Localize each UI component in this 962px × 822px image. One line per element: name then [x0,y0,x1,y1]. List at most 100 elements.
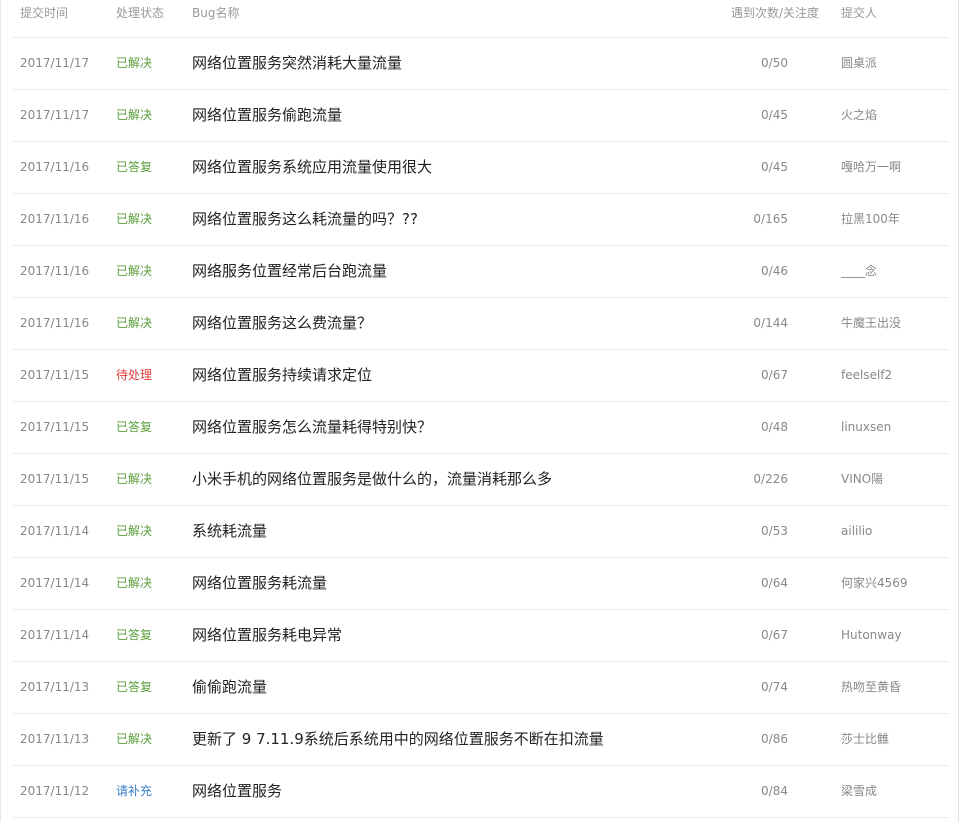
status-badge: 已解决 [116,264,153,278]
row-submitter: VINO陽 [841,472,884,486]
bug-title-link[interactable]: 更新了 9 7.11.9系统后系统用中的网络位置服务不断在扣流量 [192,730,604,748]
bug-table-body: 2017/11/17 已解决 网络位置服务突然消耗大量流量 0/50 圆桌派 2… [12,38,949,818]
table-row[interactable]: 2017/11/17 已解决 网络位置服务偷跑流量 0/45 火之焰 [12,90,949,142]
header-count: 遇到次数/关注度 [731,6,820,20]
row-count: 0/46 [761,264,788,278]
table-row[interactable]: 2017/11/16 已解决 网络位置服务这么费流量？ 0/144 牛魔王出没 [12,298,949,350]
header-status: 处理状态 [116,6,165,20]
table-row[interactable]: 2017/11/12 请补充 网络位置服务 0/84 梁雪成 [12,766,949,818]
table-row[interactable]: 2017/11/15 已答复 网络位置服务怎么流量耗得特别快？ 0/48 lin… [12,402,949,454]
table-row[interactable]: 2017/11/14 已解决 网络位置服务耗流量 0/64 何家兴4569 [12,558,949,610]
status-badge: 已解决 [116,108,153,122]
row-date: 2017/11/15 [20,420,90,434]
table-row[interactable]: 2017/11/16 已答复 网络位置服务系统应用流量使用很大 0/45 嘎哈万… [12,142,949,194]
status-badge: 已解决 [116,316,153,330]
left-border [0,0,1,822]
row-count: 0/226 [753,472,788,486]
row-date: 2017/11/12 [20,784,90,798]
bug-title-link[interactable]: 网络位置服务 [192,782,282,800]
table-row[interactable]: 2017/11/13 已解决 更新了 9 7.11.9系统后系统用中的网络位置服… [12,714,949,766]
row-submitter: Hutonway [841,628,902,642]
row-date: 2017/11/16 [20,160,90,174]
row-date: 2017/11/17 [20,108,90,122]
row-submitter: 梁雪成 [841,784,878,798]
table-row[interactable]: 2017/11/14 已答复 网络位置服务耗电异常 0/67 Hutonway [12,610,949,662]
table-row[interactable]: 2017/11/14 已解决 系统耗流量 0/53 aililio [12,506,949,558]
bug-title-link[interactable]: 网络位置服务这么费流量？ [192,314,372,332]
row-count: 0/67 [761,628,788,642]
status-badge: 已答复 [116,160,153,174]
row-submitter: 嘎哈万一啊 [841,160,902,174]
status-badge: 已解决 [116,56,153,70]
status-badge: 已答复 [116,420,153,434]
row-submitter: aililio [841,524,873,538]
row-count: 0/86 [761,732,788,746]
row-count: 0/144 [753,316,788,330]
status-badge: 已解决 [116,212,153,226]
status-badge: 待处理 [116,368,153,382]
row-date: 2017/11/14 [20,576,90,590]
bug-list-page: 提交时间 处理状态 Bug名称 遇到次数/关注度 提交人 2017/11/17 … [0,0,962,822]
bug-title-link[interactable]: 网络位置服务持续请求定位 [192,366,372,384]
row-date: 2017/11/16 [20,316,90,330]
header-bug-name: Bug名称 [192,6,240,20]
table-row[interactable]: 2017/11/15 待处理 网络位置服务持续请求定位 0/67 feelsel… [12,350,949,402]
row-count: 0/84 [761,784,788,798]
row-submitter: ____念 [841,264,878,278]
row-submitter: 火之焰 [841,108,878,122]
bug-title-link[interactable]: 系统耗流量 [192,522,267,540]
status-badge: 已答复 [116,680,153,694]
row-date: 2017/11/16 [20,212,90,226]
row-submitter: 何家兴4569 [841,576,908,590]
row-submitter: 热吻至黄昏 [841,680,902,694]
row-submitter: 牛魔王出没 [841,316,902,330]
row-submitter: feelself2 [841,368,893,382]
row-date: 2017/11/15 [20,472,90,486]
header-submitter: 提交人 [841,6,878,20]
row-count: 0/45 [761,108,788,122]
row-count: 0/53 [761,524,788,538]
row-submitter: linuxsen [841,420,892,434]
bug-title-link[interactable]: 偷偷跑流量 [192,678,267,696]
bug-title-link[interactable]: 网络位置服务偷跑流量 [192,106,342,124]
row-submitter: 莎士比雔 [841,732,890,746]
bug-title-link[interactable]: 网络位置服务突然消耗大量流量 [192,54,402,72]
right-border [958,0,959,822]
status-badge: 已解决 [116,472,153,486]
row-count: 0/48 [761,420,788,434]
bug-title-link[interactable]: 网络位置服务耗电异常 [192,626,342,644]
row-count: 0/64 [761,576,788,590]
table-row[interactable]: 2017/11/17 已解决 网络位置服务突然消耗大量流量 0/50 圆桌派 [12,38,949,90]
row-count: 0/74 [761,680,788,694]
table-row[interactable]: 2017/11/13 已答复 偷偷跑流量 0/74 热吻至黄昏 [12,662,949,714]
table-row[interactable]: 2017/11/15 已解决 小米手机的网络位置服务是做什么的，流量消耗那么多 … [12,454,949,506]
bug-title-link[interactable]: 网络位置服务这么耗流量的吗？?? [192,210,418,228]
row-count: 0/165 [753,212,788,226]
status-badge: 已解决 [116,732,153,746]
row-submitter: 拉黑100年 [841,212,900,226]
status-badge: 已解决 [116,576,153,590]
bug-title-link[interactable]: 网络位置服务系统应用流量使用很大 [192,158,432,176]
row-date: 2017/11/15 [20,368,90,382]
row-date: 2017/11/13 [20,732,90,746]
table-header: 提交时间 处理状态 Bug名称 遇到次数/关注度 提交人 [12,0,949,38]
row-date: 2017/11/14 [20,524,90,538]
bug-title-link[interactable]: 网络位置服务耗流量 [192,574,327,592]
bug-title-link[interactable]: 网络位置服务怎么流量耗得特别快？ [192,418,432,436]
row-submitter: 圆桌派 [841,56,878,70]
row-date: 2017/11/13 [20,680,90,694]
row-count: 0/67 [761,368,788,382]
status-badge: 已答复 [116,628,153,642]
row-count: 0/50 [761,56,788,70]
header-date: 提交时间 [20,6,69,20]
row-date: 2017/11/16 [20,264,90,278]
status-badge: 已解决 [116,524,153,538]
bug-title-link[interactable]: 网络服务位置经常后台跑流量 [192,262,387,280]
table-row[interactable]: 2017/11/16 已解决 网络位置服务这么耗流量的吗？?? 0/165 拉黑… [12,194,949,246]
row-date: 2017/11/17 [20,56,90,70]
row-count: 0/45 [761,160,788,174]
row-date: 2017/11/14 [20,628,90,642]
table-row[interactable]: 2017/11/16 已解决 网络服务位置经常后台跑流量 0/46 ____念 [12,246,949,298]
status-badge: 请补充 [116,784,153,798]
bug-title-link[interactable]: 小米手机的网络位置服务是做什么的，流量消耗那么多 [192,470,552,488]
